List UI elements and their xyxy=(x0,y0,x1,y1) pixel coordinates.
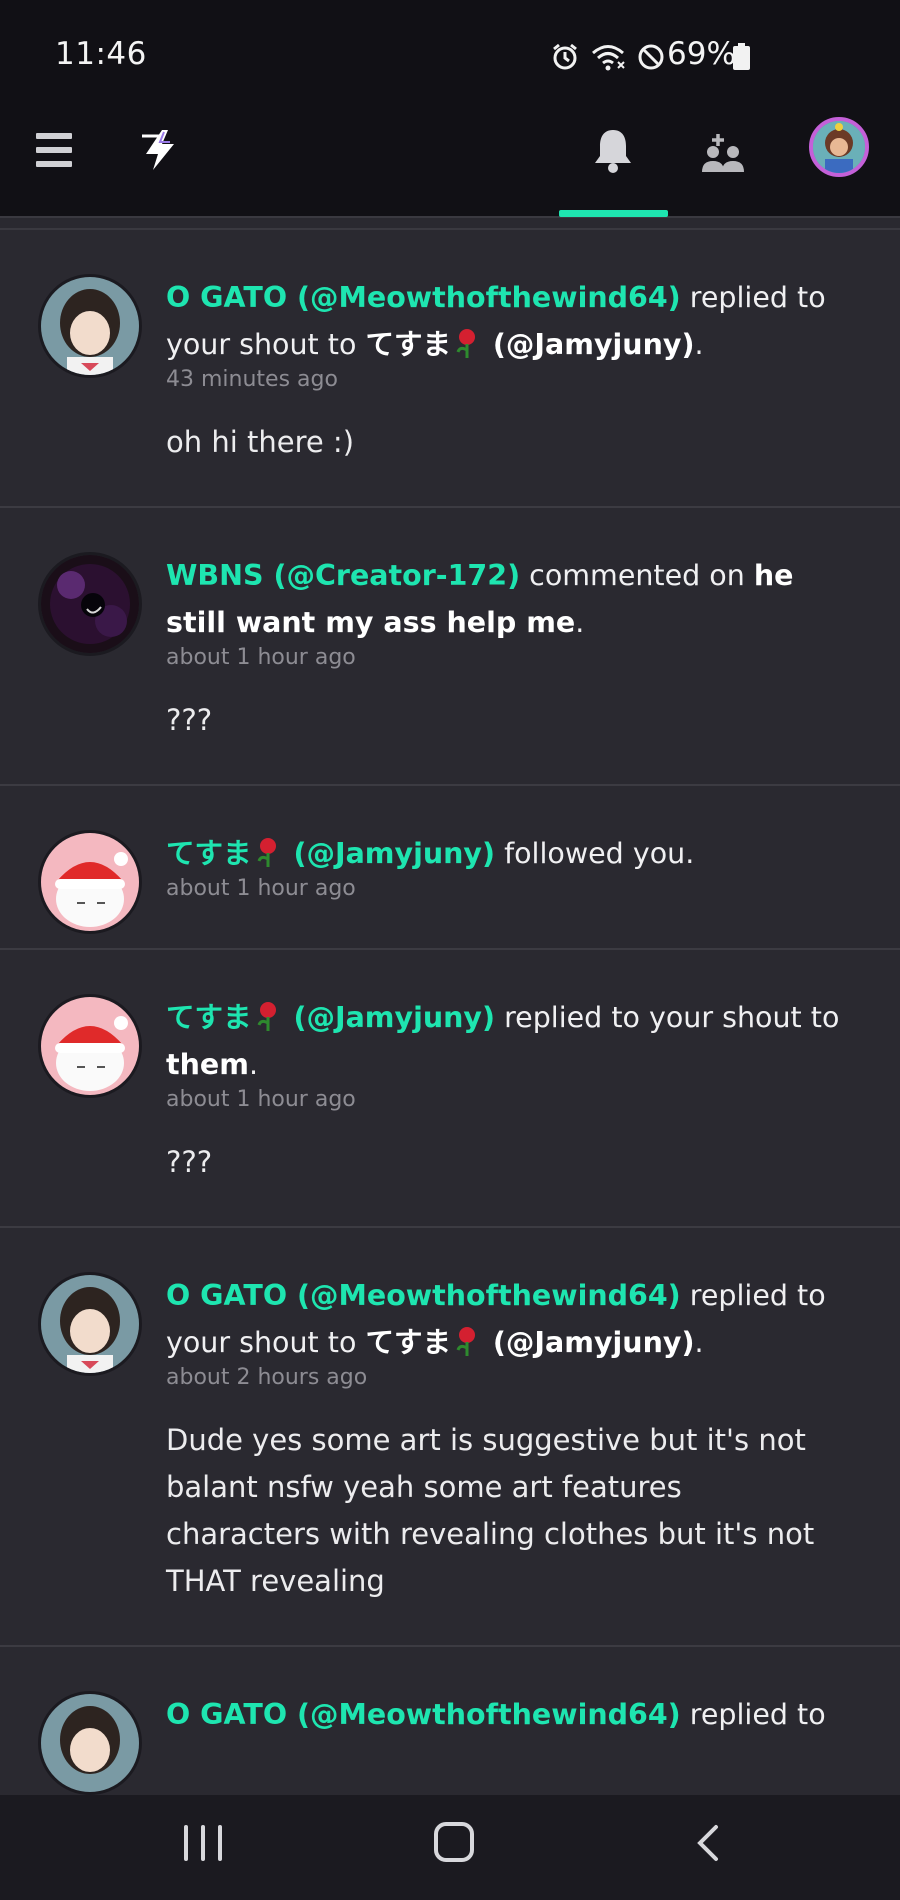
recents-icon[interactable] xyxy=(184,1825,222,1861)
notification-item[interactable]: O GATO (@Meowthofthewind64) replied to y… xyxy=(0,1228,900,1647)
timestamp: about 1 hour ago xyxy=(166,645,356,670)
notification-headline: O GATO (@Meowthofthewind64) replied to xyxy=(166,1698,826,1731)
menu-icon[interactable] xyxy=(36,133,72,167)
notification-body: Dude yes some art is suggestive but it's… xyxy=(166,1423,815,1598)
system-nav-bar xyxy=(0,1795,900,1900)
alarm-icon xyxy=(553,43,577,70)
notification-headline: WBNS (@Creator-172) commented on he stil… xyxy=(166,559,794,639)
wifi-icon xyxy=(592,45,625,71)
app-logo-bolt-icon[interactable] xyxy=(138,128,182,172)
status-time: 11:46 xyxy=(55,36,147,72)
target-link[interactable]: them xyxy=(166,1048,249,1081)
notification-item[interactable]: てすま (@Jamyjuny) followed you. about 1 ho… xyxy=(0,786,900,950)
notification-item[interactable]: WBNS (@Creator-172) commented on he stil… xyxy=(0,508,900,786)
status-icons xyxy=(550,40,666,74)
user-link[interactable]: O GATO (@Meowthofthewind64) xyxy=(166,281,681,314)
user-link[interactable]: WBNS (@Creator-172) xyxy=(166,559,520,592)
rose-emoji-icon xyxy=(257,838,276,867)
user-avatar[interactable] xyxy=(38,274,142,378)
notification-headline: てすま (@Jamyjuny) replied to your shout to… xyxy=(166,1001,840,1081)
notification-headline: O GATO (@Meowthofthewind64) replied to y… xyxy=(166,1279,826,1359)
target-link[interactable]: てすま (@Jamyjuny) xyxy=(365,328,694,361)
bell-icon[interactable] xyxy=(590,126,636,176)
app-bar xyxy=(0,100,900,218)
status-bar: 11:46 69% xyxy=(0,0,900,100)
battery-icon xyxy=(733,43,750,70)
notification-headline: てすま (@Jamyjuny) followed you. xyxy=(166,837,695,870)
user-link[interactable]: O GATO (@Meowthofthewind64) xyxy=(166,1698,681,1731)
home-icon[interactable] xyxy=(434,1822,474,1862)
user-link[interactable]: てすま (@Jamyjuny) xyxy=(166,837,495,870)
rose-emoji-icon xyxy=(456,329,475,358)
do-not-disturb-icon xyxy=(638,44,664,70)
user-avatar[interactable] xyxy=(38,1272,142,1376)
user-link[interactable]: てすま (@Jamyjuny) xyxy=(166,1001,495,1034)
notification-body: ??? xyxy=(166,1145,213,1179)
notifications-feed[interactable]: O GATO (@Meowthofthewind64) replied to y… xyxy=(0,228,900,1795)
notification-item[interactable]: O GATO (@Meowthofthewind64) replied to xyxy=(0,1647,900,1795)
user-avatar[interactable] xyxy=(38,830,142,934)
user-avatar[interactable] xyxy=(38,552,142,656)
notification-body: ??? xyxy=(166,703,213,737)
rose-emoji-icon xyxy=(456,1327,475,1356)
friends-icon[interactable] xyxy=(700,130,746,176)
battery-percent: 69% xyxy=(667,36,736,72)
active-tab-indicator xyxy=(559,210,668,217)
user-avatar[interactable] xyxy=(38,994,142,1098)
notification-item[interactable]: てすま (@Jamyjuny) replied to your shout to… xyxy=(0,950,900,1228)
notification-item[interactable]: O GATO (@Meowthofthewind64) replied to y… xyxy=(0,230,900,508)
profile-avatar[interactable] xyxy=(809,117,869,177)
notification-body: oh hi there :) xyxy=(166,425,355,459)
target-link[interactable]: てすま (@Jamyjuny) xyxy=(365,1326,694,1359)
timestamp: 43 minutes ago xyxy=(166,367,338,392)
back-icon[interactable] xyxy=(690,1823,726,1863)
timestamp: about 1 hour ago xyxy=(166,1087,356,1112)
timestamp: about 2 hours ago xyxy=(166,1365,368,1390)
timestamp: about 1 hour ago xyxy=(166,876,356,901)
rose-emoji-icon xyxy=(257,1002,276,1031)
user-link[interactable]: O GATO (@Meowthofthewind64) xyxy=(166,1279,681,1312)
user-avatar[interactable] xyxy=(38,1691,142,1795)
notification-headline: O GATO (@Meowthofthewind64) replied to y… xyxy=(166,281,826,361)
